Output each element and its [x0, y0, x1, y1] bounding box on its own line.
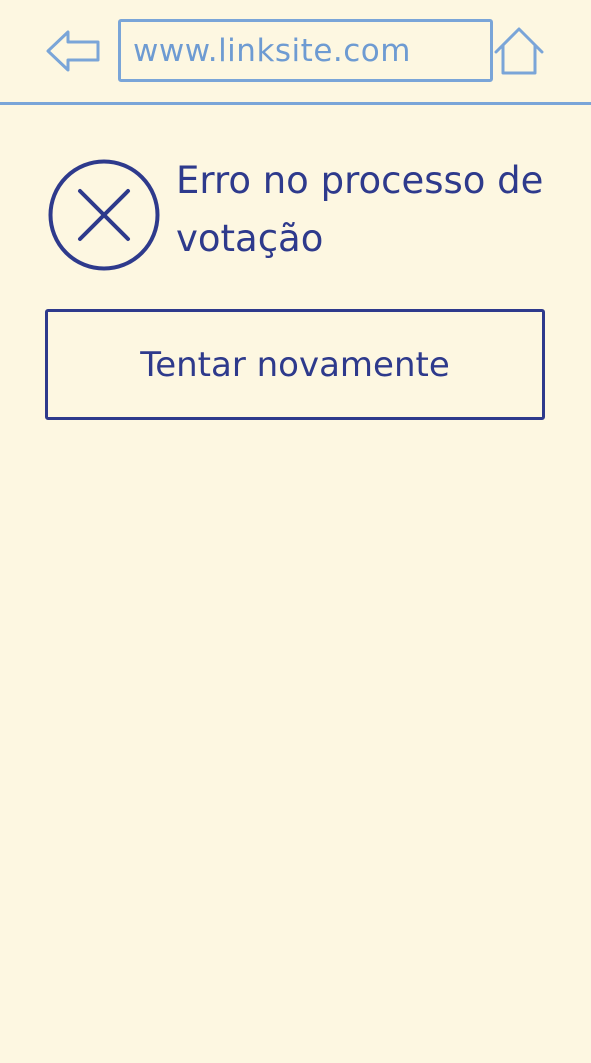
retry-button[interactable]: Tentar novamente: [45, 309, 545, 420]
error-title: Erro no processo de votação: [176, 159, 544, 260]
home-button[interactable]: [493, 26, 545, 76]
home-icon: [494, 27, 544, 75]
error-circle-x-icon: [48, 159, 160, 271]
browser-toolbar: [0, 0, 591, 105]
arrow-left-icon: [46, 30, 100, 72]
url-input[interactable]: [118, 19, 493, 82]
back-button[interactable]: [44, 28, 102, 74]
